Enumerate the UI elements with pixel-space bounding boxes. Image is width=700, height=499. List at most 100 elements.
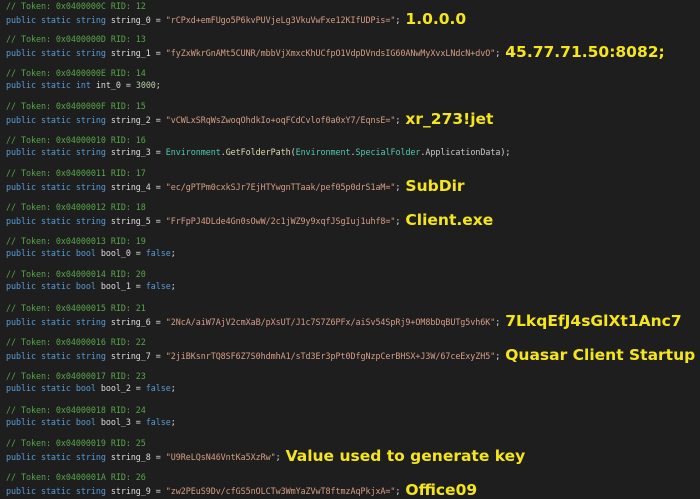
assign-op: = bbox=[130, 383, 146, 393]
semicolon: ; bbox=[495, 351, 501, 361]
environment-type: Environment bbox=[165, 147, 221, 157]
number-literal: 3000 bbox=[135, 80, 156, 90]
keywords: public static string bbox=[6, 351, 106, 361]
code-line: public static string string_7 = "2jiBKsn… bbox=[6, 346, 696, 364]
semicolon: ; bbox=[395, 486, 401, 496]
code-line: public static string string_8 = "U9ReLQs… bbox=[6, 447, 526, 465]
environment-type: Environment bbox=[295, 147, 351, 157]
field-name: string_5 bbox=[110, 216, 151, 226]
field-name: bool_3 bbox=[100, 417, 131, 427]
code-line: public static string string_2 = "vCWLxSR… bbox=[6, 111, 493, 127]
keywords: public static int bbox=[6, 80, 91, 90]
code-line: public static bool bool_3 = false; bbox=[6, 416, 176, 429]
string-literal: "U9ReLQsN46VntKa5XzRw" bbox=[165, 452, 276, 462]
assign-op: = bbox=[130, 248, 146, 258]
string-literal: "vCWLxSRqWsZwoqOhdkIo+oqFCdCvlof0a0xY7/E… bbox=[165, 115, 396, 125]
semicolon: ; bbox=[505, 147, 511, 157]
semicolon: ; bbox=[395, 15, 401, 25]
assign-op: = bbox=[150, 182, 166, 192]
code-line: public static bool bool_2 = false; bbox=[6, 382, 176, 395]
field-name: string_3 bbox=[110, 147, 151, 157]
code-editor: // Token: 0x0400000C RID: 12 public stat… bbox=[0, 0, 700, 499]
keywords: public static string bbox=[6, 115, 106, 125]
semicolon: ; bbox=[275, 452, 281, 462]
field-name: string_2 bbox=[110, 115, 151, 125]
field-name: string_4 bbox=[110, 182, 151, 192]
field-name: string_0 bbox=[110, 15, 151, 25]
bool-literal: false bbox=[145, 417, 171, 427]
code-line: public static bool bool_0 = false; bbox=[6, 247, 176, 260]
method-name: GetFolderPath bbox=[225, 147, 291, 157]
string-literal: "FrFpPJ4DLde4Gn0sOwW/2c1jWZ9y9xqfJSgIuj1… bbox=[165, 216, 396, 226]
field-name: bool_1 bbox=[100, 281, 131, 291]
keywords: public static string bbox=[6, 48, 106, 58]
keywords: public static string bbox=[6, 147, 106, 157]
code-line: public static int int_0 = 3000; bbox=[6, 79, 161, 92]
decoded-annotation: Quasar Client Startup bbox=[505, 346, 696, 364]
semicolon: ; bbox=[495, 317, 501, 327]
decoded-annotation: 1.0.0.0 bbox=[405, 10, 467, 28]
decoded-annotation: Office09 bbox=[405, 481, 478, 499]
assign-op: = bbox=[150, 147, 166, 157]
code-line: public static string string_1 = "fyZxWkr… bbox=[6, 43, 665, 61]
decoded-annotation: Value used to generate key bbox=[285, 447, 526, 465]
field-name: bool_0 bbox=[100, 248, 131, 258]
assign-op: = bbox=[150, 351, 166, 361]
field-name: bool_2 bbox=[100, 383, 131, 393]
string-literal: "fyZxWkrGnAMt5CUNR/mbbVjXmxcKhUCfpO1VdpD… bbox=[165, 48, 496, 58]
code-line: public static string string_9 = "zw2PEuS… bbox=[6, 481, 478, 499]
code-line: public static string string_6 = "2NcA/ai… bbox=[6, 312, 682, 330]
semicolon: ; bbox=[495, 48, 501, 58]
enum-member: ApplicationData bbox=[425, 147, 501, 157]
string-literal: "2jiBKsnrTQ8SF6Z7S0hdmhA1/sTd3Er3pPt0Dfg… bbox=[165, 351, 496, 361]
keywords: public static string bbox=[6, 452, 106, 462]
assign-op: = bbox=[120, 80, 136, 90]
code-line: public static bool bool_1 = false; bbox=[6, 280, 176, 293]
semicolon: ; bbox=[170, 248, 176, 258]
field-name: string_9 bbox=[110, 486, 151, 496]
keywords: public static bool bbox=[6, 383, 96, 393]
string-literal: "2NcA/aiW7AjV2cmXaB/pXsUT/J1c7S7Z6PFx/ai… bbox=[165, 317, 496, 327]
bool-literal: false bbox=[145, 281, 171, 291]
keywords: public static bool bbox=[6, 248, 96, 258]
semicolon: ; bbox=[395, 182, 401, 192]
string-literal: "zw2PEuS9Dv/cfGS5nOLCTw3WmYaZVwT8ftmzAqP… bbox=[165, 486, 396, 496]
field-name: string_6 bbox=[110, 317, 151, 327]
assign-op: = bbox=[130, 417, 146, 427]
bool-literal: false bbox=[145, 383, 171, 393]
field-name: string_8 bbox=[110, 452, 151, 462]
keywords: public static string bbox=[6, 15, 106, 25]
assign-op: = bbox=[150, 317, 166, 327]
decoded-annotation: SubDir bbox=[405, 177, 465, 195]
keywords: public static string bbox=[6, 317, 106, 327]
decoded-annotation: 7LkqEfJ4sGlXt1Anc7 bbox=[505, 312, 682, 330]
assign-op: = bbox=[150, 486, 166, 496]
assign-op: = bbox=[150, 452, 166, 462]
string-literal: "rCPxd+emFUgo5P6kvPUVjeLg3VkuVwFxe12KIfU… bbox=[165, 15, 396, 25]
assign-op: = bbox=[130, 281, 146, 291]
assign-op: = bbox=[150, 216, 166, 226]
semicolon: ; bbox=[170, 281, 176, 291]
keywords: public static string bbox=[6, 216, 106, 226]
decoded-annotation: Client.exe bbox=[405, 211, 494, 229]
keywords: public static bool bbox=[6, 417, 96, 427]
assign-op: = bbox=[150, 15, 166, 25]
code-line: public static string string_0 = "rCPxd+e… bbox=[6, 10, 467, 28]
field-name: string_7 bbox=[110, 351, 151, 361]
assign-op: = bbox=[150, 48, 166, 58]
code-line: public static string string_4 = "ec/gPTP… bbox=[6, 177, 465, 195]
decoded-annotation: 45.77.71.50:8082; bbox=[505, 43, 665, 61]
keywords: public static string bbox=[6, 486, 106, 496]
code-line: public static string string_3 = Environm… bbox=[6, 146, 510, 159]
field-name: int_0 bbox=[95, 80, 121, 90]
keywords: public static string bbox=[6, 182, 106, 192]
semicolon: ; bbox=[155, 80, 161, 90]
keywords: public static bool bbox=[6, 281, 96, 291]
special-folder-type: SpecialFolder bbox=[355, 147, 421, 157]
bool-literal: false bbox=[145, 248, 171, 258]
semicolon: ; bbox=[395, 115, 401, 125]
semicolon: ; bbox=[170, 383, 176, 393]
field-name: string_1 bbox=[110, 48, 151, 58]
string-literal: "ec/gPTPm0cxkSJr7EjHTYwgnTTaak/pef05p0dr… bbox=[165, 182, 396, 192]
code-line: public static string string_5 = "FrFpPJ4… bbox=[6, 211, 494, 229]
